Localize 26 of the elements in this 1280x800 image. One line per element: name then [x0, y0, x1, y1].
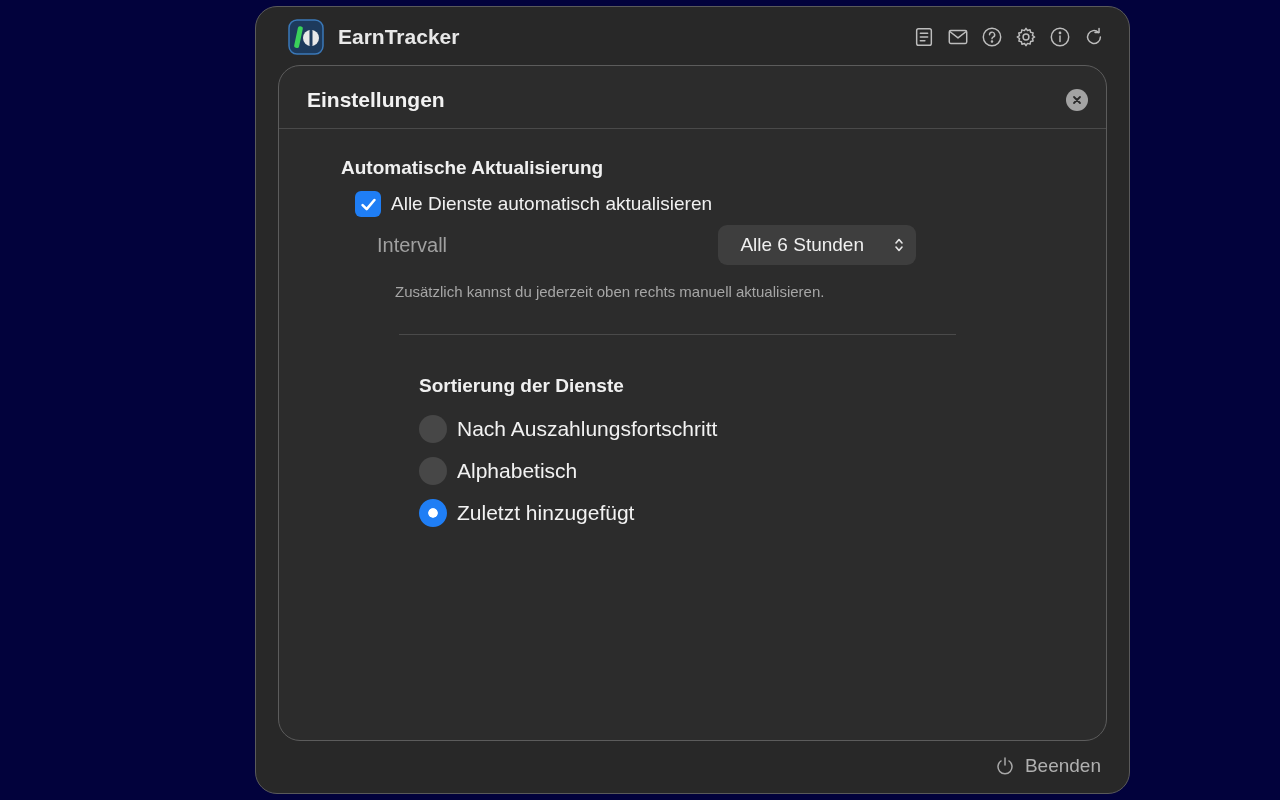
radio-button[interactable] [419, 457, 447, 485]
close-icon [1071, 94, 1083, 106]
radio-button[interactable] [419, 415, 447, 443]
interval-dropdown[interactable]: Alle 6 Stunden [718, 225, 916, 265]
help-icon[interactable] [981, 26, 1003, 48]
radio-label: Zuletzt hinzugefügt [457, 501, 635, 525]
checkbox[interactable] [355, 191, 381, 217]
app-logo-icon [288, 19, 324, 55]
settings-icon[interactable] [1015, 26, 1037, 48]
sheet-title: Einstellungen [307, 88, 445, 112]
radio-label: Nach Auszahlungsfortschritt [457, 417, 718, 441]
info-icon[interactable] [1049, 26, 1071, 48]
interval-label: Intervall [377, 233, 448, 257]
power-icon [994, 756, 1015, 776]
hint-text: Zusätzlich kannst du jederzeit oben rechts manuell aktualisieren. [395, 283, 825, 300]
checkmark-icon [360, 197, 376, 211]
radio-label: Alphabetisch [457, 459, 578, 483]
radio-button[interactable] [419, 499, 447, 527]
close-button[interactable] [1066, 89, 1088, 111]
section-heading: Sortierung der Dienste [419, 375, 624, 397]
checkbox-label: Alle Dienste automatisch aktualisieren [391, 193, 713, 215]
chevron-up-down-icon [894, 237, 904, 253]
app-title: EarnTracker [338, 25, 460, 49]
section-heading: Automatische Aktualisierung [341, 157, 604, 179]
quit-button[interactable]: Beenden [994, 755, 1101, 777]
list-icon[interactable] [913, 26, 935, 48]
